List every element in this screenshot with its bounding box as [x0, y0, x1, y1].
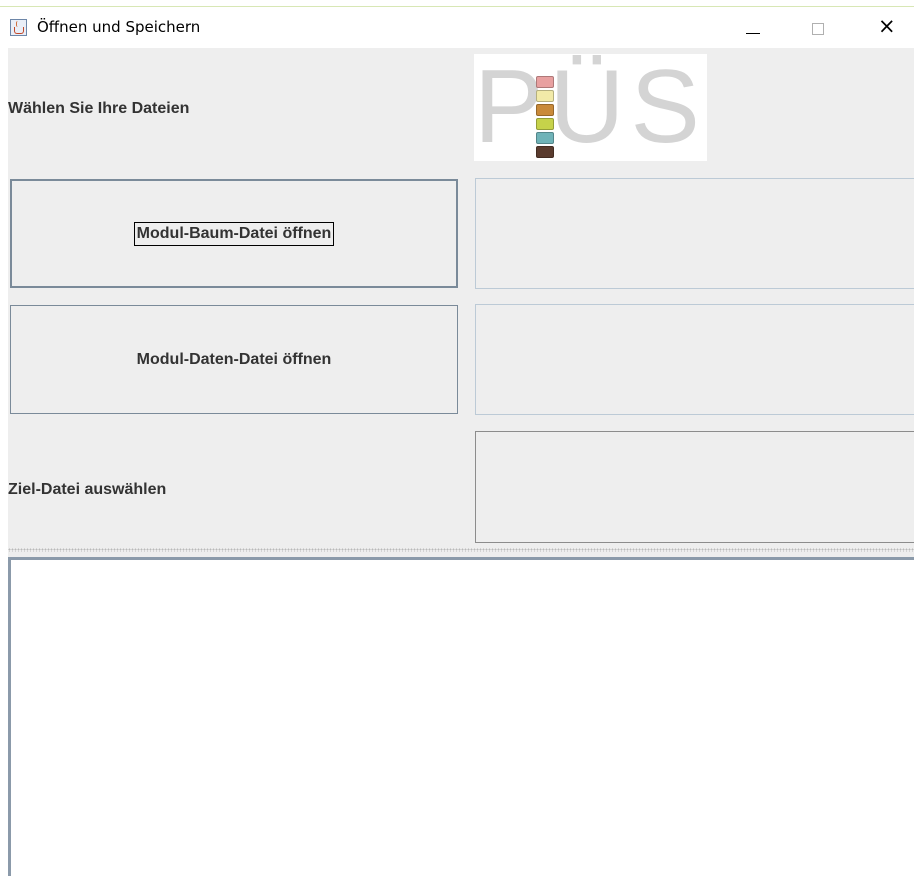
close-icon: × [878, 14, 896, 38]
maximize-icon [812, 23, 824, 35]
splitter-grip [8, 548, 914, 552]
module-data-file-path-field[interactable] [475, 304, 914, 415]
window-left-edge [0, 48, 8, 876]
open-module-tree-file-button[interactable]: Modul-Baum-Datei öffnen [10, 179, 458, 288]
module-tree-file-path-field[interactable] [475, 178, 914, 289]
title-bar[interactable]: Öffnen und Speichern × [0, 7, 914, 48]
file-selection-panel: Wählen Sie Ihre Dateien PÜS Modul-Baum-D… [8, 48, 914, 544]
logo-color-chip [536, 132, 554, 144]
open-module-data-file-button[interactable]: Modul-Daten-Datei öffnen [10, 305, 458, 414]
split-pane-divider[interactable] [8, 544, 914, 557]
logo-color-chip [536, 90, 554, 102]
instruction-label: Wählen Sie Ihre Dateien [8, 100, 190, 117]
logo-color-chip [536, 76, 554, 88]
logo-color-chip [536, 104, 554, 116]
main-window: Öffnen und Speichern × Wählen Sie Ihre D… [0, 0, 914, 876]
target-file-label: Ziel-Datei auswählen [8, 481, 167, 498]
minimize-button[interactable] [730, 7, 776, 48]
logo-color-chip [536, 118, 554, 130]
logo-letters: PÜS [474, 54, 706, 161]
close-button[interactable]: × [862, 7, 908, 48]
open-module-tree-file-label: Modul-Baum-Datei öffnen [133, 221, 335, 246]
logo-color-chip [536, 146, 554, 158]
pues-logo: PÜS [474, 54, 707, 161]
open-module-data-file-label: Modul-Daten-Datei öffnen [136, 350, 332, 368]
maximize-button[interactable] [796, 7, 842, 48]
window-title: Öffnen und Speichern [37, 18, 201, 36]
minimize-icon [746, 33, 760, 34]
output-text-area[interactable] [8, 557, 914, 876]
java-coffee-cup-icon [10, 19, 27, 36]
window-top-border [0, 0, 914, 7]
target-file-path-field[interactable] [475, 431, 914, 543]
coffee-cup [14, 27, 24, 34]
logo-color-stack [536, 76, 554, 160]
